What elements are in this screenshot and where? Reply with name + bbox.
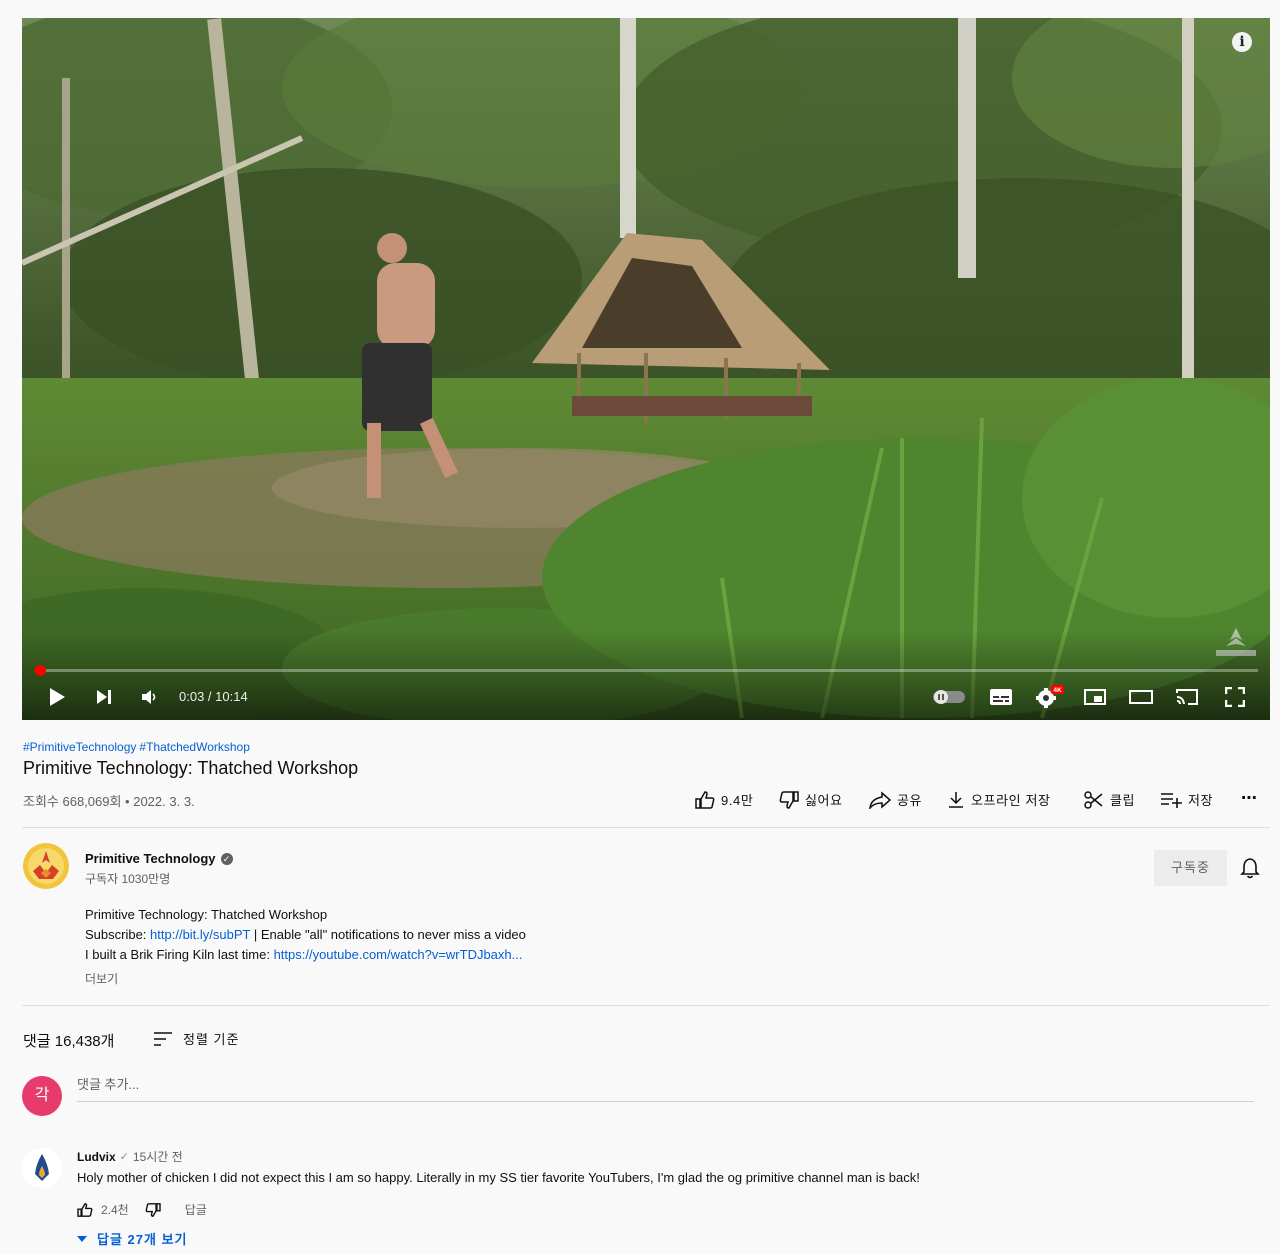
like-button[interactable]: 9.4만 (695, 790, 753, 809)
description-text: | Enable "all" notifications to never mi… (250, 927, 526, 942)
time-separator: / (204, 689, 216, 704)
miniplayer-icon[interactable] (1082, 684, 1108, 710)
video-title: Primitive Technology: Thatched Workshop (23, 758, 359, 778)
time-current: 0:03 (179, 689, 205, 704)
thumbs-up-icon (695, 790, 715, 809)
divider (22, 1005, 1270, 1006)
notification-bell-icon[interactable] (1240, 857, 1260, 884)
video-player[interactable]: i 0:03 / 10:14 4K (22, 18, 1270, 720)
save-label: 저장 (1188, 793, 1214, 808)
download-button[interactable]: 오프라인 저장 (947, 790, 1051, 809)
hashtags: #PrimitiveTechnology #ThatchedWorkshop (23, 740, 253, 754)
comment-like-icon[interactable] (77, 1202, 93, 1217)
progress-bar[interactable] (34, 665, 1258, 676)
previous-video-link[interactable]: https://youtube.com/watch?v=wrTDJbaxh... (274, 947, 523, 962)
save-button[interactable]: 저장 (1160, 790, 1213, 809)
thumbs-down-icon (779, 790, 799, 809)
sort-label: 정렬 기준 (183, 1032, 240, 1047)
comment-author[interactable]: Ludvix (77, 1150, 116, 1164)
settings-badge: 4K (1053, 687, 1062, 694)
comment-time[interactable]: 15시간 전 (133, 1148, 183, 1165)
action-bar: 9.4만 싫어요 공유 오프라인 저장 클립 저장 ⋯ (0, 790, 1280, 814)
scissors-icon (1084, 790, 1103, 809)
more-actions-icon[interactable]: ⋯ (1241, 788, 1258, 808)
channel-avatar[interactable] (23, 843, 69, 889)
caret-down-icon (77, 1235, 87, 1242)
add-comment-input[interactable]: 댓글 추가... (77, 1076, 1254, 1102)
time-total: 10:14 (215, 689, 248, 704)
subscribe-link[interactable]: http://bit.ly/subPT (150, 927, 250, 942)
comment-dislike-icon[interactable] (145, 1202, 161, 1217)
sort-button[interactable]: 정렬 기준 (153, 1029, 239, 1048)
comment-reply-button[interactable]: 답글 (185, 1201, 207, 1218)
subtitles-icon[interactable] (988, 684, 1014, 710)
comment-header: Ludvix ✓ 15시간 전 (77, 1148, 183, 1165)
share-button[interactable]: 공유 (869, 790, 922, 809)
next-icon[interactable] (93, 684, 115, 710)
dislike-label: 싫어요 (805, 793, 843, 808)
user-avatar: 각 (22, 1076, 62, 1116)
share-label: 공유 (897, 793, 923, 808)
comment-text: Holy mother of chicken I did not expect … (77, 1170, 920, 1185)
subscribed-button[interactable]: 구독중 (1154, 850, 1227, 886)
share-icon (869, 790, 891, 809)
comment-author-avatar[interactable] (22, 1148, 62, 1188)
cast-icon[interactable] (1174, 684, 1200, 710)
sort-icon (154, 1031, 172, 1046)
video-description: Primitive Technology: Thatched Workshop … (85, 905, 526, 965)
play-icon[interactable] (46, 684, 68, 710)
description-line: Primitive Technology: Thatched Workshop (85, 907, 328, 922)
hashtag-link[interactable]: #PrimitiveTechnology (23, 740, 136, 754)
comment-count: 댓글 16,438개 (23, 1033, 115, 1050)
comment-check-icon: ✓ (119, 1151, 129, 1163)
comment-like-count: 2.4천 (101, 1203, 129, 1217)
playlist-add-icon (1161, 792, 1182, 808)
time-display: 0:03 / 10:14 (179, 689, 248, 704)
description-text: Subscribe: (85, 927, 151, 942)
download-label: 오프라인 저장 (971, 793, 1051, 808)
volume-icon[interactable] (138, 684, 160, 710)
clip-label: 클립 (1110, 793, 1136, 808)
video-frame (22, 18, 1270, 720)
download-icon (949, 791, 963, 808)
comment-actions: 2.4천 답글 (77, 1201, 207, 1218)
channel-name[interactable]: Primitive Technology ✓ (85, 851, 233, 866)
description-line: Subscribe: http://bit.ly/subPT | Enable … (85, 925, 526, 945)
subscriber-count: 구독자 1030만명 (85, 872, 171, 886)
description-line: I built a Brik Firing Kiln last time: ht… (85, 945, 526, 965)
hashtag-link[interactable]: #ThatchedWorkshop (139, 740, 250, 754)
view-replies-button[interactable]: 답글 27개 보기 (77, 1229, 187, 1248)
autoplay-toggle[interactable] (932, 684, 966, 710)
info-icon[interactable]: i (1232, 32, 1252, 52)
divider (22, 827, 1270, 828)
clip-button[interactable]: 클립 (1084, 790, 1135, 809)
theater-mode-icon[interactable] (1128, 684, 1154, 710)
view-replies-label: 답글 27개 보기 (97, 1232, 188, 1247)
settings-gear-icon[interactable]: 4K (1034, 684, 1064, 710)
dislike-button[interactable]: 싫어요 (779, 790, 843, 809)
fullscreen-icon[interactable] (1222, 684, 1248, 710)
like-count: 9.4만 (721, 793, 754, 808)
verified-check-icon: ✓ (220, 852, 233, 865)
channel-name-text: Primitive Technology (85, 851, 216, 866)
description-text: I built a Brik Firing Kiln last time: (85, 947, 274, 962)
show-more-button[interactable]: 더보기 (85, 970, 118, 987)
player-controls: 0:03 / 10:14 4K (22, 674, 1270, 720)
